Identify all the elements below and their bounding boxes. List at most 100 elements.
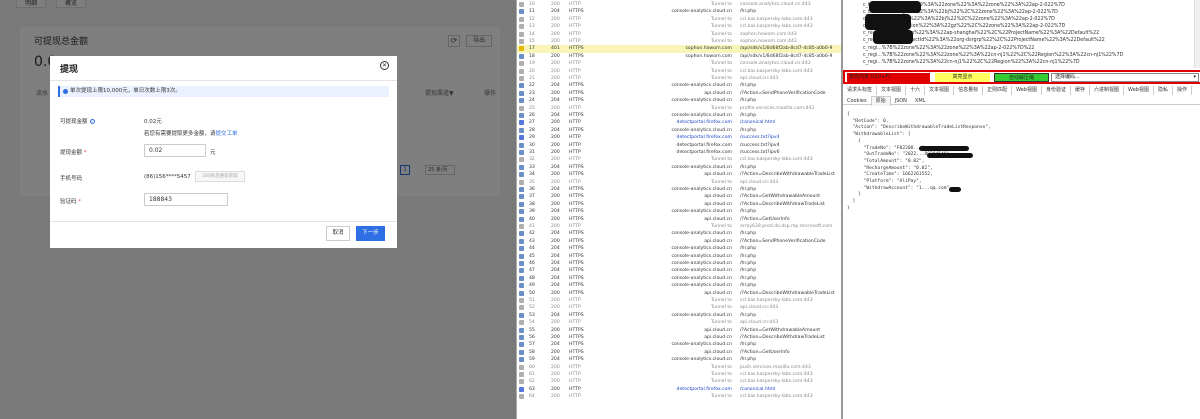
session-row[interactable]: 34 200 HTTPS api.cloud.cn /?Action=DescribeW…: [517, 171, 841, 178]
response-tab[interactable]: 正则匹配: [983, 86, 1013, 95]
response-tab[interactable]: 隐私: [1154, 86, 1173, 95]
help-icon[interactable]: i: [89, 119, 95, 124]
session-row[interactable]: 58 200 HTTPS api.cloud.cn /?Action=GetUserIn…: [517, 349, 841, 356]
session-result: 200: [551, 224, 560, 229]
session-row[interactable]: 37 200 HTTPS api.cloud.cn /?Action=GetWithdr…: [517, 193, 841, 200]
session-row[interactable]: 53 204 HTTPS console-analytics.cloud.cn/hr.…: [517, 312, 841, 319]
session-row[interactable]: 23 200 HTTPS api.cloud.cn /?Action=SendPhone…: [517, 90, 841, 97]
response-tab[interactable]: 十六: [906, 86, 926, 95]
view-tab[interactable]: 原始: [870, 96, 891, 106]
response-tab[interactable]: 缓存: [1071, 86, 1091, 95]
response-tab[interactable]: 文本视图: [877, 86, 907, 95]
session-row[interactable]: 42 204 HTTPS console-analytics.cloud.cn/hr.…: [517, 230, 841, 237]
scrollbar[interactable]: [1194, 0, 1200, 68]
session-row[interactable]: 30 200 HTTP detectportal.firefox.com/succes…: [517, 142, 841, 149]
session-row[interactable]: 60 200 HTTP Tunnel to push.services.mozilla.…: [517, 364, 841, 371]
session-row[interactable]: 18 200 HTTPS sophon.howorn.com/api/sdk/v1/8…: [517, 53, 841, 60]
session-row[interactable]: 32 200 HTTP Tunnel to ccl.kas.kaspersky-labs…: [517, 156, 841, 163]
session-row[interactable]: 38 200 HTTPS api.cloud.cn /?Action=DescribeW…: [517, 201, 841, 208]
session-row[interactable]: 36 204 HTTPS console-analytics.cloud.cn/hr.…: [517, 186, 841, 193]
session-row[interactable]: 47 204 HTTPS console-analytics.cloud.cn/hr.…: [517, 267, 841, 274]
amount-input[interactable]: 0.02: [144, 144, 206, 157]
session-row[interactable]: 59 204 HTTPS console-analytics.cloud.cn/hr.…: [517, 356, 841, 363]
response-tab[interactable]: 身份验证: [1042, 86, 1072, 95]
resend-sms-button[interactable]: 280秒后重新获取: [195, 171, 245, 182]
response-tab[interactable]: Web视图: [1124, 86, 1154, 95]
cancel-button[interactable]: 取消: [326, 226, 350, 241]
session-row[interactable]: 56 200 HTTPS api.cloud.cn /?Action=DescribeW…: [517, 334, 841, 341]
session-row[interactable]: 33 204 HTTPS console-analytics.cloud.cn/hr.…: [517, 164, 841, 171]
session-row[interactable]: 12 200 HTTP Tunnel to ccl.kas.kaspersky-labs…: [517, 16, 841, 23]
session-row[interactable]: 40 200 HTTPS api.cloud.cn /?Action=GetUserIn…: [517, 216, 841, 223]
session-host: console-analytics.cloud.cn: [671, 113, 732, 118]
response-tab[interactable]: 操作: [1173, 86, 1192, 95]
view-tab[interactable]: Cookies: [843, 97, 871, 106]
session-row[interactable]: 20 200 HTTP Tunnel to ccl.kas.kaspersky-labs…: [517, 68, 841, 75]
session-row[interactable]: 31 200 HTTP detectportal.firefox.com/succes…: [517, 149, 841, 156]
encoding-select[interactable]: 选择编码... ▾: [1051, 73, 1199, 82]
session-row[interactable]: 63 200 HTTP detectportal.firefox.com/canoni…: [517, 386, 841, 393]
session-row[interactable]: 46 204 HTTPS console-analytics.cloud.cn/hr.…: [517, 260, 841, 267]
session-row[interactable]: 61 200 HTTP Tunnel to ccl.kas.kaspersky-labs…: [517, 371, 841, 378]
session-row[interactable]: 50 200 HTTPS api.cloud.cn /?Action=DescribeW…: [517, 290, 841, 297]
session-row[interactable]: 24 204 HTTPS console-analytics.cloud.cn/hr.…: [517, 97, 841, 104]
session-row[interactable]: 26 204 HTTPS console-analytics.cloud.cn/hr.…: [517, 112, 841, 119]
session-row[interactable]: 41 200 HTTP Tunnel to array628.prod.do.dsp.m…: [517, 223, 841, 230]
next-button[interactable]: 下一步: [356, 226, 385, 241]
session-row[interactable]: 15 200 HTTP Tunnel to sophon.howorn.com:443: [517, 38, 841, 45]
view-tab[interactable]: JSON: [891, 97, 911, 106]
session-row[interactable]: 45 204 HTTPS console-analytics.cloud.cn/hr.…: [517, 253, 841, 260]
session-row[interactable]: 49 204 HTTPS console-analytics.cloud.cn/hr.…: [517, 282, 841, 289]
session-row[interactable]: 57 204 HTTPS console-analytics.cloud.cn/hr.…: [517, 341, 841, 348]
session-host: Tunnel to: [710, 394, 732, 400]
session-protocol: HTTP: [569, 364, 581, 370]
session-host: console-analytics.cloud.cn: [671, 268, 732, 274]
session-row[interactable]: 52 200 HTTP Tunnel to api.cloud.cn:443: [517, 304, 841, 311]
auto-decode-button[interactable]: 自动解压缩: [994, 73, 1049, 82]
session-protocol: HTTPS: [569, 113, 584, 118]
find-input[interactable]: 查找内容 (Ctrl+F): [847, 73, 930, 82]
session-url: /canonical.html: [740, 386, 776, 392]
close-icon[interactable]: ✕: [380, 61, 389, 70]
response-tab[interactable]: 六进制视图: [1090, 86, 1125, 95]
session-row[interactable]: 13 200 HTTP Tunnel to ccl.kas.kaspersky-labs…: [517, 23, 841, 30]
session-result: 200: [551, 68, 560, 74]
session-row[interactable]: 64 200 HTTP Tunnel to ccl.kas.kaspersky-labs…: [517, 393, 841, 400]
session-row[interactable]: 51 200 HTTP Tunnel to ccl.kas.kaspersky-labs…: [517, 297, 841, 304]
session-row[interactable]: 22 204 HTTPS console-analytics.cloud.cn/hr.…: [517, 82, 841, 89]
response-tab[interactable]: Web视图: [1012, 86, 1042, 95]
session-row[interactable]: 44 204 HTTPS console-analytics.cloud.cn/hr.…: [517, 245, 841, 252]
session-row[interactable]: 19 200 HTTP Tunnel to console.analytics.clou…: [517, 60, 841, 67]
session-row[interactable]: 29 200 HTTP detectportal.firefox.com/succes…: [517, 134, 841, 141]
session-row[interactable]: 62 200 HTTP Tunnel to ccl.kas.kaspersky-labs…: [517, 378, 841, 385]
session-protocol: HTTPS: [569, 283, 584, 289]
session-result: 200: [551, 386, 560, 392]
session-list[interactable]: 10 200 HTTP Tunnel to console.analytics.clou…: [516, 0, 841, 419]
session-type-icon: [519, 283, 524, 289]
session-row[interactable]: 17 401 HTTPS sophon.howorn.com/api/sdk/v1/8…: [517, 45, 841, 53]
highlight-button[interactable]: 高亮显示: [935, 73, 990, 82]
session-row[interactable]: 43 200 HTTPS api.cloud.cn /?Action=SendPhone…: [517, 238, 841, 245]
session-row[interactable]: 27 200 HTTP detectportal.firefox.com/canoni…: [517, 119, 841, 126]
code-input[interactable]: 188843: [144, 193, 228, 206]
session-host: Tunnel to: [710, 157, 732, 163]
session-row[interactable]: 48 204 HTTPS console-analytics.cloud.cn/hr.…: [517, 275, 841, 282]
session-row[interactable]: 14 200 HTTP Tunnel to sophon.howorn.com:443: [517, 31, 841, 38]
view-tab[interactable]: XML: [911, 97, 930, 106]
response-tab[interactable]: 信息量标: [954, 86, 984, 95]
session-protocol: HTTP: [569, 372, 581, 377]
session-row[interactable]: 54 200 HTTP Tunnel to api.cloud.cn:443: [517, 319, 841, 326]
session-row[interactable]: 21 200 HTTP Tunnel to api.cloud.cn:443: [517, 75, 841, 82]
session-row[interactable]: 55 200 HTTPS api.cloud.cn /?Action=GetWithdr…: [517, 327, 841, 334]
session-number: 45: [529, 253, 535, 259]
notice-text: 单次提现上限10,000元，单日次数上限3次。: [70, 88, 181, 94]
response-tab[interactable]: 请求头标签: [843, 86, 878, 95]
session-row[interactable]: 28 204 HTTPS console-analytics.cloud.cn/hr.…: [517, 127, 841, 134]
response-tab[interactable]: 文本视图: [925, 86, 955, 95]
session-row[interactable]: 11 204 HTTPS console-analytics.cloud.cn/hr.…: [517, 8, 841, 15]
session-row[interactable]: 10 200 HTTP Tunnel to console.analytics.clou…: [517, 1, 841, 8]
session-row[interactable]: 25 200 HTTP Tunnel to profile.services.mozil…: [517, 105, 841, 112]
submit-ticket-link[interactable]: 提交工单: [216, 131, 238, 137]
session-row[interactable]: 39 204 HTTPS console-analytics.cloud.cn/hr.…: [517, 208, 841, 215]
session-row[interactable]: 35 200 HTTP Tunnel to api.cloud.cn:443: [517, 179, 841, 186]
